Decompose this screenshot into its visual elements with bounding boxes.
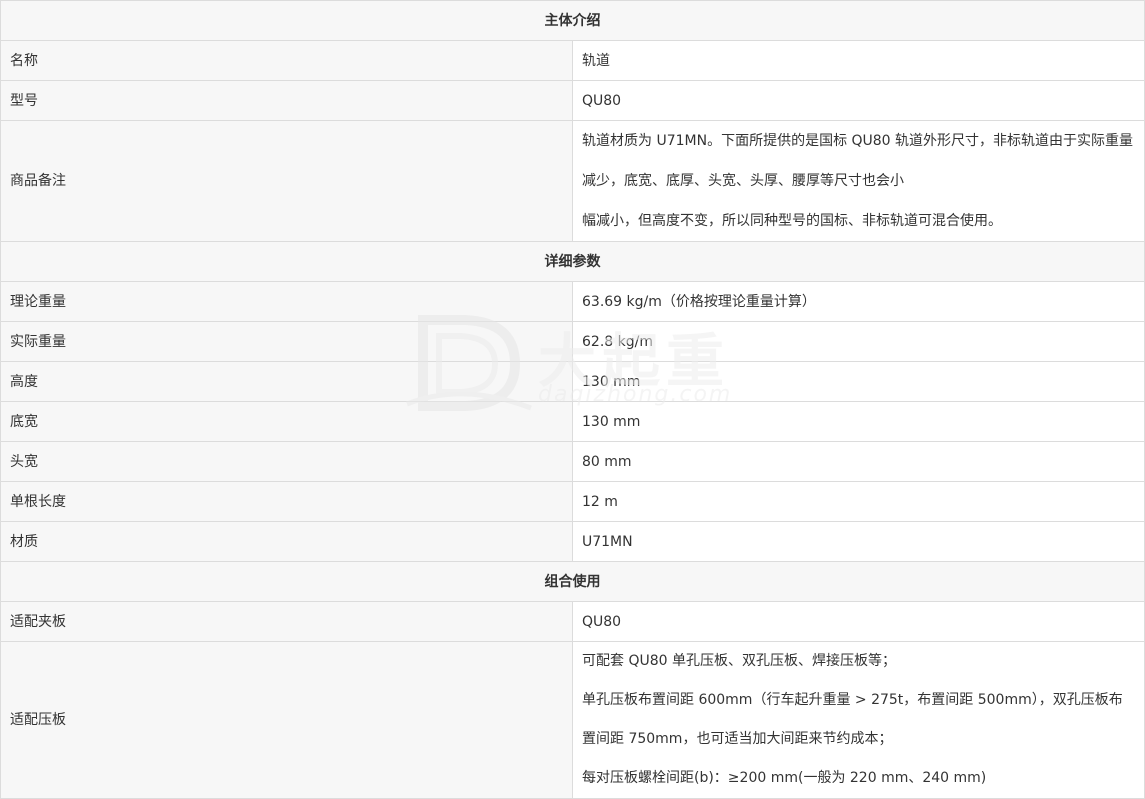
section-title: 组合使用 [0,561,1145,602]
table-row: 适配夹板 QU80 [0,601,1145,642]
row-label: 理论重量 [0,281,573,322]
row-label: 高度 [0,361,573,402]
row-value: 12 m [572,481,1145,522]
plate-line: 可配套 QU80 单孔压板、双孔压板、焊接压板等； [582,653,896,669]
row-label: 头宽 [0,441,573,482]
table-row: 单根长度 12 m [0,481,1145,522]
spec-table: 主体介绍 名称 轨道 型号 QU80 商品备注 轨道材质为 U71MN。下面所提… [0,0,1145,799]
section-header-combo: 组合使用 [0,561,1145,602]
row-value: 130 mm [572,401,1145,442]
table-row: 实际重量 62.8 kg/m [0,321,1145,362]
row-label: 单根长度 [0,481,573,522]
table-row: 名称 轨道 [0,40,1145,81]
row-label: 底宽 [0,401,573,442]
section-header-intro: 主体介绍 [0,0,1145,41]
note-line: 轨道材质为 U71MN。下面所提供的是国标 QU80 轨道外形尺寸，非标轨道由于… [582,133,1134,189]
row-value: 轨道 [572,40,1145,81]
row-value: QU80 [572,601,1145,642]
row-value: 轨道材质为 U71MN。下面所提供的是国标 QU80 轨道外形尺寸，非标轨道由于… [572,120,1145,242]
row-label: 实际重量 [0,321,573,362]
table-row: 头宽 80 mm [0,441,1145,482]
row-value: 63.69 kg/m（价格按理论重量计算） [572,281,1145,322]
row-value: 80 mm [572,441,1145,482]
table-row: 适配压板 可配套 QU80 单孔压板、双孔压板、焊接压板等； 单孔压板布置间距 … [0,641,1145,799]
table-row: 底宽 130 mm [0,401,1145,442]
row-value: QU80 [572,80,1145,121]
table-row: 商品备注 轨道材质为 U71MN。下面所提供的是国标 QU80 轨道外形尺寸，非… [0,120,1145,242]
section-header-detail: 详细参数 [0,241,1145,282]
row-label: 型号 [0,80,573,121]
row-label: 商品备注 [0,120,573,242]
row-value: 可配套 QU80 单孔压板、双孔压板、焊接压板等； 单孔压板布置间距 600mm… [572,641,1145,799]
row-value: 130 mm [572,361,1145,402]
section-title: 详细参数 [0,241,1145,282]
row-label: 适配夹板 [0,601,573,642]
plate-line: 每对压板螺栓间距(b)：≥200 mm(一般为 220 mm、240 mm) [582,770,987,786]
row-value: U71MN [572,521,1145,562]
row-label: 名称 [0,40,573,81]
row-label: 材质 [0,521,573,562]
table-row: 高度 130 mm [0,361,1145,402]
row-value: 62.8 kg/m [572,321,1145,362]
plate-line: 单孔压板布置间距 600mm（行车起升重量 > 275t，布置间距 500mm）… [582,692,1123,747]
table-row: 理论重量 63.69 kg/m（价格按理论重量计算） [0,281,1145,322]
section-title: 主体介绍 [0,0,1145,41]
row-label: 适配压板 [0,641,573,799]
table-row: 材质 U71MN [0,521,1145,562]
table-row: 型号 QU80 [0,80,1145,121]
note-line: 幅减小，但高度不变，所以同种型号的国标、非标轨道可混合使用。 [582,213,1002,229]
